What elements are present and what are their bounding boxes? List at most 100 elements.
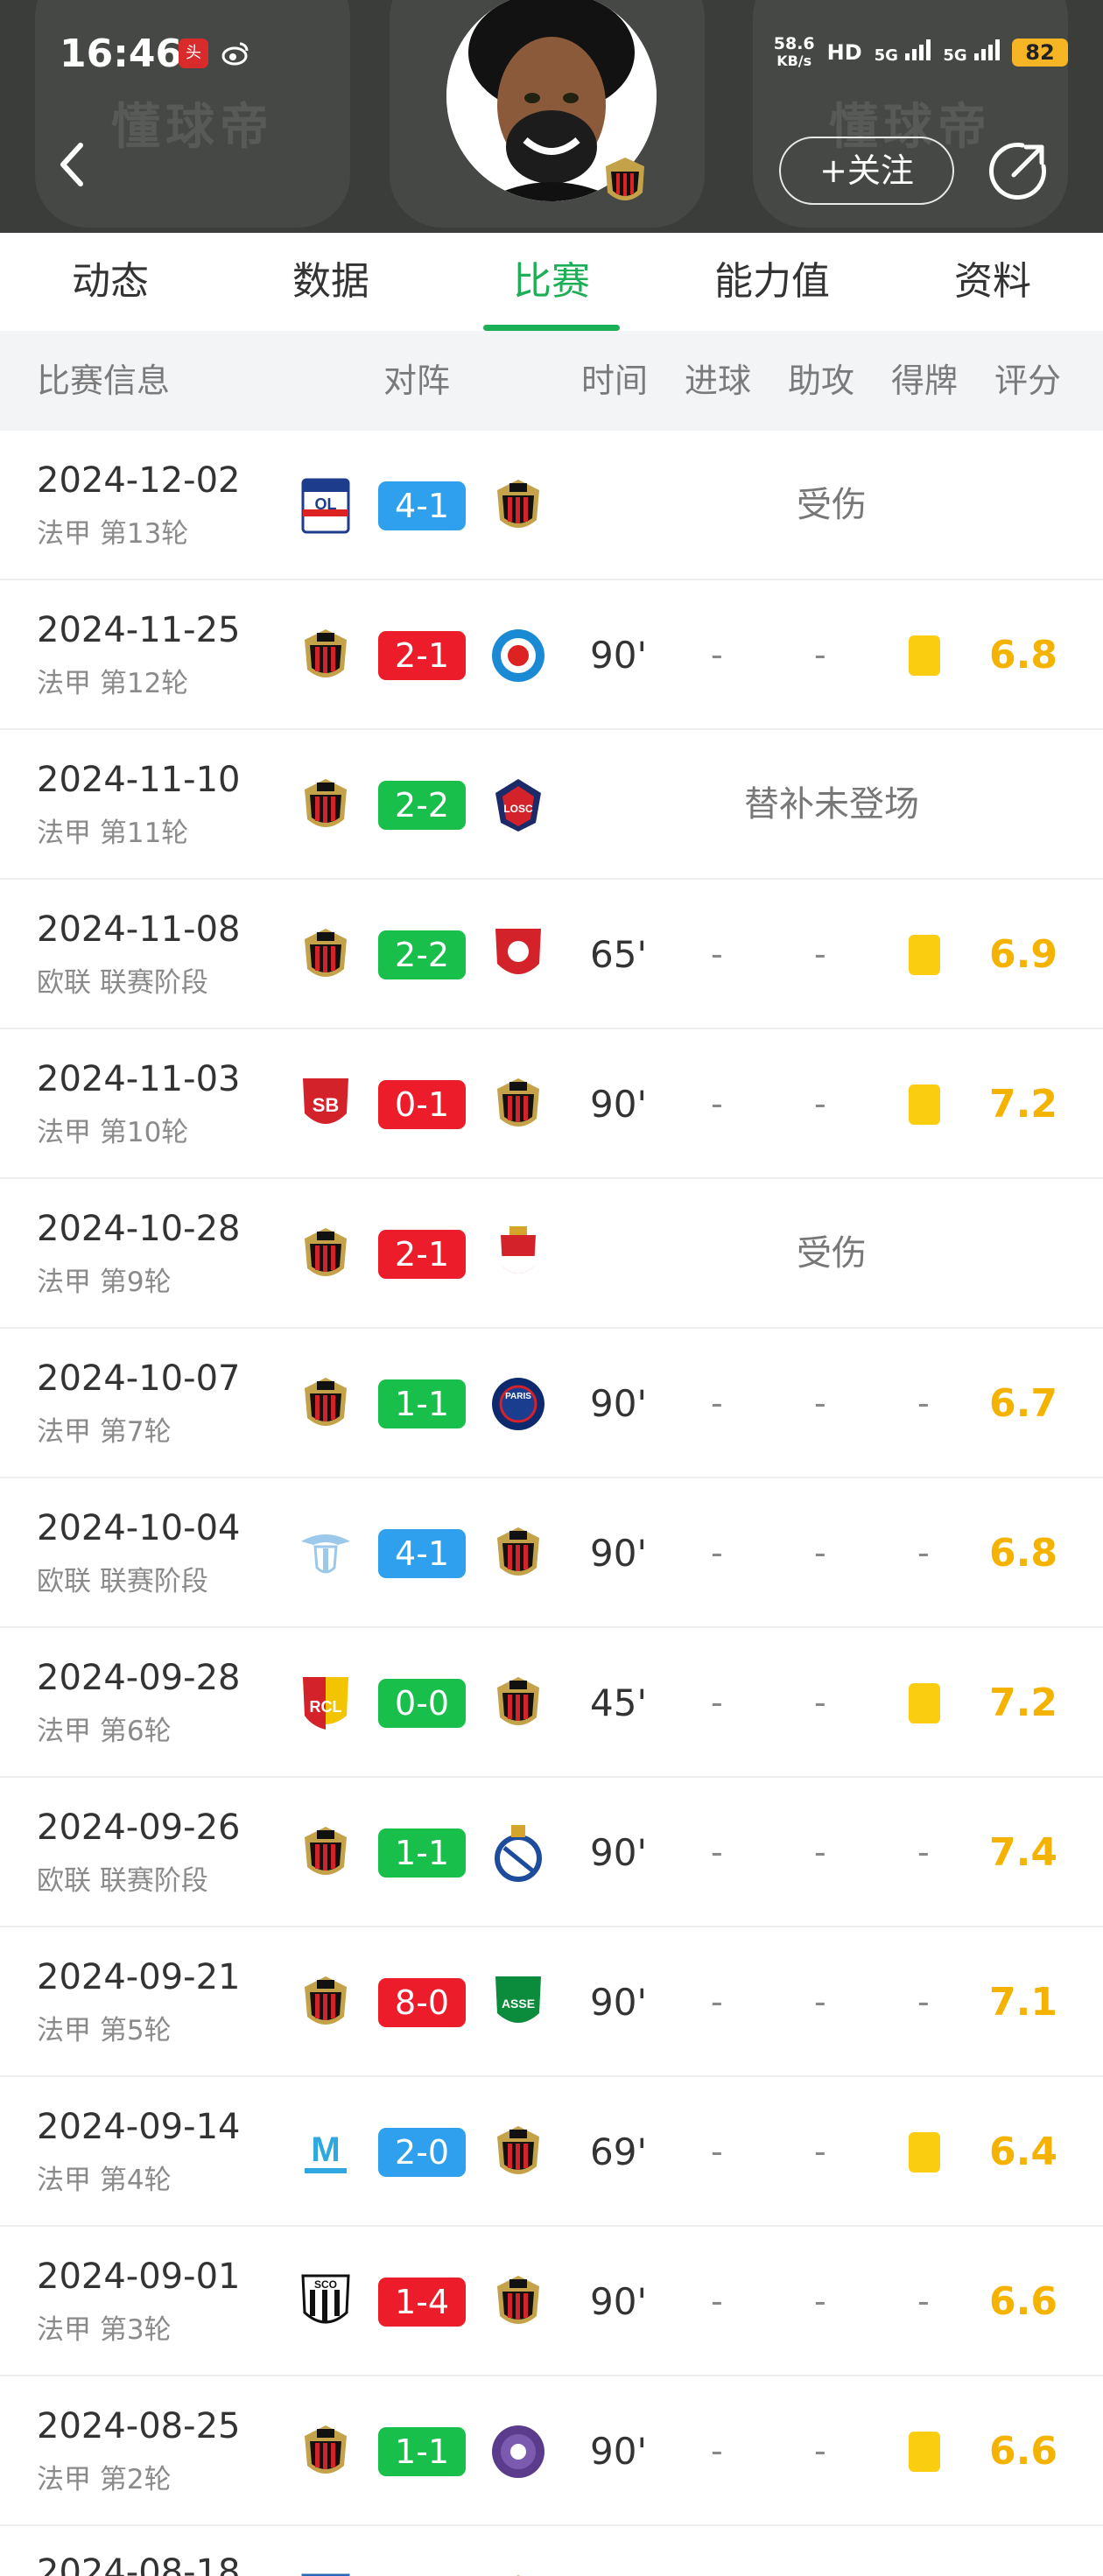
score-badge: 2-1 (378, 1230, 466, 1279)
assists-value: - (814, 1983, 826, 2021)
goals-value: - (711, 1983, 723, 2021)
match-date: 2024-09-28 (37, 1658, 241, 1698)
nice-logo (294, 624, 357, 687)
minutes-played: 90' (590, 1981, 647, 2024)
network-speed: 58.6 KB/s (773, 34, 815, 69)
match-date: 2024-09-01 (37, 2257, 241, 2297)
player-rating: 7.2 (989, 1082, 1057, 1127)
match-date: 2024-11-25 (37, 610, 241, 650)
match-row[interactable]: 2024-09-01 法甲 第3轮 SCO 1-4 90' - - - 6.6 (0, 2227, 1103, 2376)
score-badge: 1-1 (378, 1828, 466, 1878)
goals-value: - (711, 1683, 723, 1722)
assists-value: - (814, 1084, 826, 1123)
nice-logo (294, 1223, 357, 1286)
match-row[interactable]: 2024-10-28 法甲 第9轮 2-1 受伤 (0, 1179, 1103, 1329)
minutes-played: 45' (590, 1681, 647, 1724)
share-icon (989, 143, 1046, 200)
match-row[interactable]: 2024-12-02 法甲 第13轮 OL 4-1 受伤 (0, 431, 1103, 580)
nice-logo (487, 2570, 550, 2576)
nice-logo (487, 1522, 550, 1585)
nice-logo (487, 474, 550, 537)
assists-value: - (814, 635, 826, 674)
header-rating: 评分 (994, 361, 1062, 400)
score-badge: 2-2 (378, 781, 466, 830)
match-date: 2024-10-28 (37, 1209, 241, 1249)
player-rating: 6.8 (989, 633, 1057, 677)
score-badge: 1-1 (378, 1379, 466, 1428)
match-date: 2024-09-14 (37, 2107, 241, 2147)
battery-indicator: 82 (1012, 39, 1068, 67)
match-row[interactable]: 2024-11-08 欧联 联赛阶段 2-2 65' - - 6.9 (0, 880, 1103, 1029)
toulouse-logo (487, 2420, 550, 2483)
yellow-card-icon (909, 2432, 940, 2472)
saint-etienne-logo: ASSE (487, 1971, 550, 2034)
monaco-logo (487, 1223, 550, 1286)
cards-value (909, 2376, 944, 2526)
tab-item[interactable]: 数据 (221, 233, 441, 331)
match-row[interactable]: 2024-10-04 欧联 联赛阶段 4-1 90' - - - 6.8 (0, 1478, 1103, 1628)
assists-value: - (814, 2282, 826, 2320)
tab-item[interactable]: 能力值 (662, 233, 882, 331)
tab-item[interactable]: 动态 (0, 233, 221, 331)
follow-button[interactable]: +关注 (779, 137, 954, 205)
nice-logo (487, 2271, 550, 2334)
match-row[interactable]: 2024-09-28 法甲 第6轮 RCL 0-0 45' - - 7.2 (0, 1628, 1103, 1778)
assists-value: - (814, 2132, 826, 2171)
match-status: 受伤 (797, 1233, 867, 1274)
match-row[interactable]: 2024-10-07 法甲 第7轮 1-1 PARIS 90' - - - 6.7 (0, 1329, 1103, 1478)
svg-text:PARIS: PARIS (505, 1392, 531, 1401)
goals-value: - (711, 1084, 723, 1123)
minutes-played: 90' (590, 2430, 647, 2473)
match-row[interactable]: 2024-08-18 (0, 2526, 1103, 2576)
table-header: 比赛信息 对阵 时间 进球 助攻 得牌 评分 (0, 331, 1103, 431)
brest-logo: SB (294, 1073, 357, 1136)
match-competition: 法甲 第10轮 (37, 1117, 189, 1148)
match-row[interactable]: 2024-09-26 欧联 联赛阶段 1-1 90' - - - 7.4 (0, 1778, 1103, 1927)
match-row[interactable]: 2024-09-14 法甲 第4轮 M 2-0 69' - - 6.4 (0, 2077, 1103, 2227)
assists-value: - (814, 1683, 826, 1722)
yellow-card-icon (909, 635, 940, 676)
match-date: 2024-08-18 (37, 2552, 241, 2576)
match-row[interactable]: 2024-09-21 法甲 第5轮 8-0 ASSE 90' - - - 7.1 (0, 1927, 1103, 2077)
goals-value: - (711, 2132, 723, 2171)
goals-value: - (711, 1534, 723, 1572)
score-badge: 4-1 (378, 1529, 466, 1578)
share-button[interactable] (987, 138, 1050, 201)
match-row[interactable]: 2024-11-03 法甲 第10轮 SB 0-1 90' - - 7.2 (0, 1029, 1103, 1179)
svg-text:M: M (311, 2130, 340, 2169)
tab-item[interactable]: 资料 (882, 233, 1103, 331)
angers-logo: SCO (294, 2271, 357, 2334)
score-badge: 0-1 (378, 1080, 466, 1129)
match-row[interactable]: 2024-08-25 法甲 第2轮 1-1 90' - - 6.6 (0, 2376, 1103, 2526)
assists-value: - (814, 1833, 826, 1871)
match-date: 2024-12-02 (37, 460, 241, 501)
nice-logo (601, 154, 650, 214)
match-competition: 法甲 第5轮 (37, 2015, 172, 2046)
score-badge: 4-1 (378, 481, 466, 530)
header-matchup: 对阵 (383, 361, 451, 400)
match-date: 2024-08-25 (37, 2406, 241, 2446)
match-row[interactable]: 2024-11-10 法甲 第11轮 2-2 LOSC 替补未登场 (0, 730, 1103, 880)
nice-logo (294, 1821, 357, 1885)
match-competition: 法甲 第2轮 (37, 2464, 172, 2495)
cards-value: - (917, 1534, 930, 1572)
match-date: 2024-11-08 (37, 909, 241, 950)
tab-item[interactable]: 比赛 (441, 233, 662, 331)
news-app-icon: 头 (179, 39, 208, 68)
match-row[interactable]: 2024-11-25 法甲 第12轮 2-1 90' - - 6.8 (0, 580, 1103, 730)
nice-logo (294, 2420, 357, 2483)
svg-text:SB: SB (313, 1094, 340, 1116)
player-header: 懂球帝 懂球帝 16:46 头 58.6 KB/s HD 5G 5G 82 +关… (0, 0, 1103, 233)
back-button[interactable] (54, 138, 89, 191)
match-competition: 欧联 联赛阶段 (37, 1865, 208, 1897)
minutes-played: 90' (590, 1382, 647, 1425)
match-status: 受伤 (797, 485, 867, 525)
match-competition: 欧联 联赛阶段 (37, 1566, 208, 1597)
signal-5g-icon: 5G (875, 39, 931, 66)
match-date: 2024-11-10 (37, 760, 241, 800)
player-rating: 6.7 (989, 1381, 1057, 1426)
match-competition: 法甲 第6轮 (37, 1716, 172, 1747)
match-competition: 法甲 第4轮 (37, 2165, 172, 2196)
nice-logo (487, 1672, 550, 1735)
goals-value: - (711, 2432, 723, 2470)
